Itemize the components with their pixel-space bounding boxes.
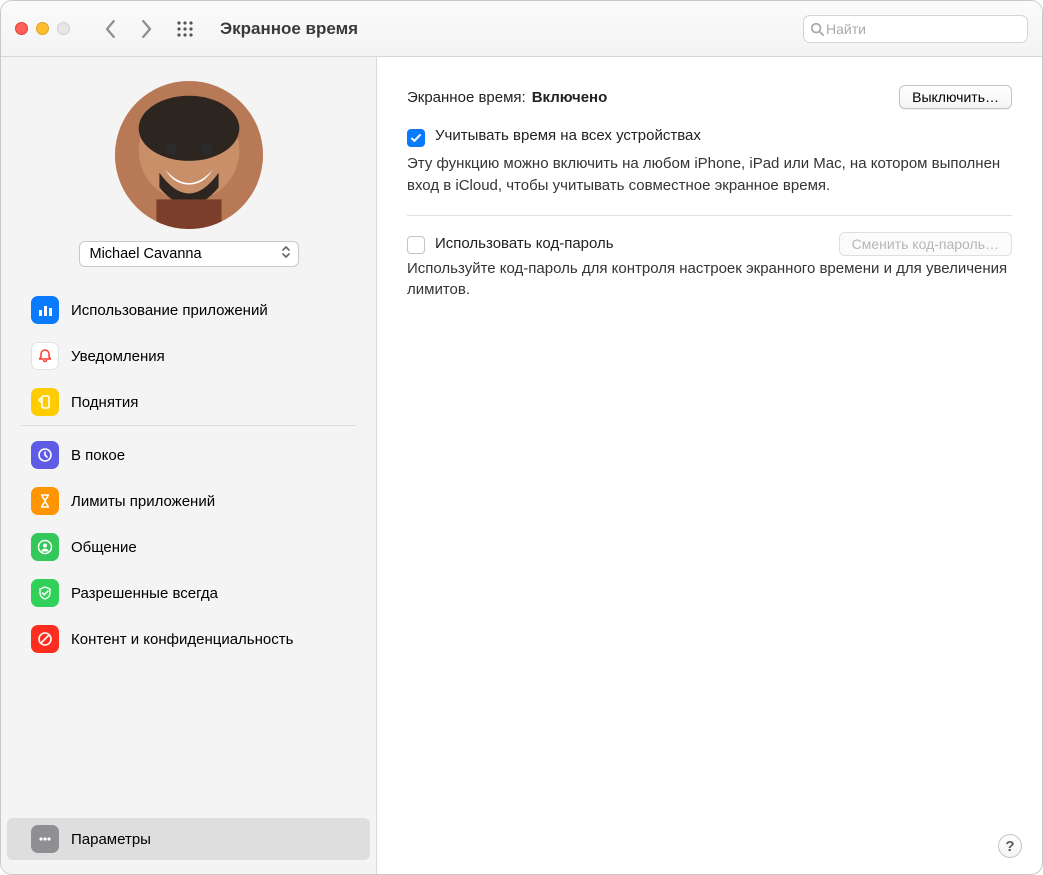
change-passcode-button: Сменить код-пароль… <box>839 232 1012 256</box>
help-button[interactable]: ? <box>998 834 1022 858</box>
bell-icon <box>31 342 59 370</box>
share-devices-label: Учитывать время на всех устройствах <box>435 127 701 144</box>
sidebar-item-label: Общение <box>71 539 137 556</box>
sidebar-item-options[interactable]: Параметры <box>7 818 370 860</box>
search-input[interactable] <box>824 20 1021 38</box>
avatar-illustration <box>115 81 263 229</box>
sidebar: Michael Cavanna Использование приложений… <box>1 57 377 874</box>
sidebar-item-always-allowed[interactable]: Разрешенные всегда <box>7 572 370 614</box>
titlebar: Экранное время <box>1 1 1042 57</box>
minimize-window-button[interactable] <box>36 22 49 35</box>
share-devices-checkbox[interactable] <box>407 129 425 147</box>
use-passcode-label: Использовать код-пароль <box>435 235 614 252</box>
close-window-button[interactable] <box>15 22 28 35</box>
sidebar-item-label: Контент и конфиденциальность <box>71 631 293 648</box>
content-pane: Экранное время: Включено Выключить… Учит… <box>377 57 1042 874</box>
sidebar-divider <box>21 425 356 426</box>
search-field[interactable] <box>803 15 1028 43</box>
sidebar-item-communication[interactable]: Общение <box>7 526 370 568</box>
search-icon <box>810 22 824 36</box>
shield-check-icon <box>31 579 59 607</box>
sidebar-item-content-privacy[interactable]: Контент и конфиденциальность <box>7 618 370 660</box>
sidebar-item-app-usage[interactable]: Использование приложений <box>7 289 370 331</box>
window-title: Экранное время <box>220 19 358 39</box>
traffic-lights <box>15 22 70 35</box>
sidebar-item-label: Разрешенные всегда <box>71 585 218 602</box>
turn-off-button[interactable]: Выключить… <box>899 85 1012 109</box>
status-label: Экранное время: <box>407 89 526 106</box>
pickup-icon <box>31 388 59 416</box>
sidebar-item-pickups[interactable]: Поднятия <box>7 381 370 423</box>
zoom-window-button <box>57 22 70 35</box>
sidebar-item-downtime[interactable]: В покое <box>7 434 370 476</box>
status-row: Экранное время: Включено Выключить… <box>407 85 1012 109</box>
no-entry-icon <box>31 625 59 653</box>
nav-arrows <box>98 16 158 42</box>
share-devices-row: Учитывать время на всех устройствах <box>407 127 1012 147</box>
preferences-window: Экранное время <box>0 0 1043 875</box>
section-divider <box>407 215 1012 216</box>
hourglass-icon <box>31 487 59 515</box>
clock-icon <box>31 441 59 469</box>
check-icon <box>410 132 422 144</box>
user-avatar <box>115 81 263 229</box>
ellipsis-icon <box>31 825 59 853</box>
status-value: Включено <box>532 89 608 106</box>
sidebar-item-label: Параметры <box>71 831 151 848</box>
show-all-icon[interactable] <box>172 16 198 42</box>
passcode-desc: Используйте код-пароль для контроля наст… <box>407 258 1012 302</box>
chevron-updown-icon <box>280 244 292 264</box>
forward-button[interactable] <box>132 16 158 42</box>
share-devices-desc: Эту функцию можно включить на любом iPho… <box>407 153 1012 197</box>
bar-chart-icon <box>31 296 59 324</box>
passcode-row: Использовать код-пароль Сменить код-паро… <box>407 232 1012 256</box>
user-picker[interactable]: Michael Cavanna <box>79 241 299 267</box>
back-button[interactable] <box>98 16 124 42</box>
sidebar-item-label: Использование приложений <box>71 302 268 319</box>
sidebar-item-app-limits[interactable]: Лимиты приложений <box>7 480 370 522</box>
sidebar-item-notifications[interactable]: Уведомления <box>7 335 370 377</box>
sidebar-item-label: Лимиты приложений <box>71 493 215 510</box>
avatar-section: Michael Cavanna <box>1 81 376 287</box>
use-passcode-checkbox[interactable] <box>407 236 425 254</box>
sidebar-item-label: Поднятия <box>71 394 138 411</box>
sidebar-item-label: В покое <box>71 447 125 464</box>
person-circle-icon <box>31 533 59 561</box>
user-picker-label: Michael Cavanna <box>90 246 202 262</box>
sidebar-item-label: Уведомления <box>71 348 165 365</box>
